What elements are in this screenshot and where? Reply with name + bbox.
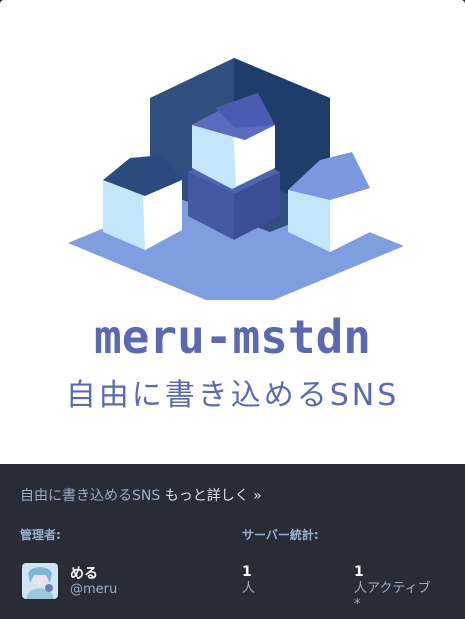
admin-section-label: 管理者: xyxy=(20,528,61,542)
server-description: 自由に書き込めるSNS もっと詳しく » xyxy=(20,485,262,505)
avatar-icon xyxy=(22,563,58,599)
admin-handle[interactable]: @meru xyxy=(70,582,117,597)
active-users-marker: * xyxy=(354,597,361,612)
stats-section-label: サーバー統計: xyxy=(242,528,319,542)
server-brand-tagline: 自由に書き込めるSNS xyxy=(65,378,400,413)
learn-more-link[interactable]: もっと詳しく » xyxy=(165,488,262,504)
active-users-count: 1 xyxy=(354,564,364,580)
avatar[interactable] xyxy=(22,563,58,599)
server-description-text: 自由に書き込めるSNS xyxy=(20,488,161,504)
admin-display-name[interactable]: める xyxy=(70,563,98,583)
server-info-panel: 自由に書き込めるSNS もっと詳しく » 管理者: サーバー統計: める @me… xyxy=(0,464,465,619)
active-users-label-text: 人アクティブ xyxy=(354,581,431,596)
house-cluster-logo-icon xyxy=(68,58,404,300)
users-label: 人 xyxy=(242,581,256,596)
active-users-label: 人アクティブ * xyxy=(354,581,431,613)
users-count: 1 xyxy=(242,564,252,580)
server-hero-banner: meru-mstdn 自由に書き込めるSNS xyxy=(0,0,465,464)
server-info-card: meru-mstdn 自由に書き込めるSNS 自由に書き込めるSNS もっと詳し… xyxy=(0,0,465,619)
server-brand-title: meru-mstdn xyxy=(94,310,371,364)
